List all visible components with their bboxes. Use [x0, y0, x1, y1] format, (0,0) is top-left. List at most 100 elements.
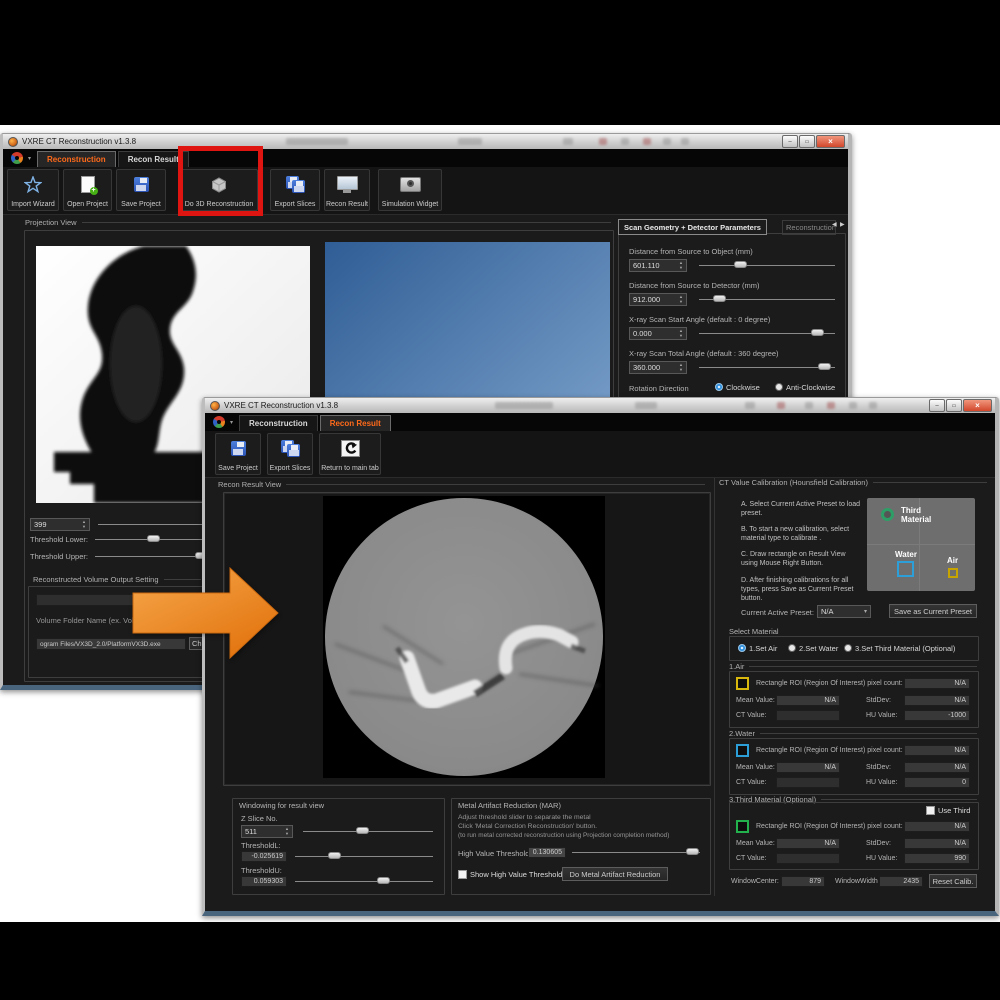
- projection-slice-spinbox[interactable]: 399: [30, 518, 90, 531]
- panel-tab-scroll-left-icon[interactable]: ◀: [832, 221, 837, 228]
- hu-value-label: HU Value:: [866, 855, 897, 862]
- window-width-field[interactable]: 2435: [879, 876, 923, 887]
- redacted-icon: [663, 138, 671, 145]
- high-value-threshold-slider[interactable]: [572, 847, 700, 857]
- app-icon: [210, 401, 220, 411]
- tab-recon-result[interactable]: Recon Result: [320, 415, 391, 431]
- toolbar-label: Import Wizard: [11, 201, 55, 208]
- panel-tab-scroll-right-icon[interactable]: ▶: [840, 221, 845, 228]
- z-slice-slider[interactable]: [303, 826, 433, 836]
- tab-reconstruction[interactable]: Reconstruction: [239, 415, 318, 431]
- threshold-l-label: ThresholdL:: [241, 841, 281, 850]
- water-group-title: 2.Water: [729, 729, 977, 738]
- export-slices-button[interactable]: Export Slices: [267, 433, 313, 475]
- save-floppy-icon: [231, 434, 246, 463]
- calibration-legend-image: Third Material Water Air: [867, 498, 975, 591]
- red-highlight-box: [178, 146, 263, 216]
- import-wizard-button[interactable]: Import Wizard: [7, 169, 59, 211]
- threshold-upper-slider[interactable]: [95, 551, 203, 561]
- windowing-groupbox: Windowing for result view Z Slice No. 51…: [232, 798, 445, 895]
- save-preset-button[interactable]: Save as Current Preset: [889, 604, 977, 618]
- air-mean-field: N/A: [776, 695, 840, 706]
- window-center-label: WindowCenter:: [731, 878, 779, 885]
- redacted-icon: [827, 402, 835, 409]
- chevron-down-icon[interactable]: ▾: [230, 419, 233, 426]
- redacted-icon: [777, 402, 785, 409]
- redacted-icon: [849, 402, 857, 409]
- rotation-anticlockwise-radio[interactable]: Anti-Clockwise: [775, 383, 835, 392]
- simulation-widget-button[interactable]: Simulation Widget: [378, 169, 442, 211]
- maximize-button[interactable]: [799, 135, 815, 148]
- water-ct-field[interactable]: [776, 777, 840, 788]
- show-hvt-checkbox[interactable]: Show High Value Threshold: [458, 870, 562, 879]
- set-air-radio[interactable]: 1.Set Air: [738, 644, 777, 653]
- reset-calibration-button[interactable]: Reset Calib.: [929, 874, 977, 888]
- minimize-button[interactable]: [782, 135, 798, 148]
- mean-value-label: Mean Value:: [736, 764, 775, 771]
- source-object-distance-spinbox[interactable]: 601.110: [629, 259, 687, 272]
- camera-icon: [400, 170, 421, 199]
- checkbox-icon: [458, 870, 467, 879]
- set-water-radio[interactable]: 2.Set Water: [788, 644, 838, 653]
- scan-total-angle-slider[interactable]: [699, 362, 835, 372]
- redacted-text: [635, 402, 657, 409]
- do-mar-button[interactable]: Do Metal Artifact Reduction: [562, 867, 668, 881]
- hu-value-label: HU Value:: [866, 712, 897, 719]
- calibration-title: CT Value Calibration (Hounsfield Calibra…: [719, 478, 987, 487]
- close-button[interactable]: [963, 399, 992, 412]
- roi-count-label: Rectangle ROI (Region Of Interest) pixel…: [756, 747, 903, 754]
- windowing-title: Windowing for result view: [239, 801, 324, 810]
- mar-title: Metal Artifact Reduction (MAR): [458, 801, 561, 810]
- return-to-main-tab-button[interactable]: Return to main tab: [319, 433, 381, 475]
- z-slice-spinbox[interactable]: 511: [241, 825, 293, 838]
- back-titlebar[interactable]: VXRE CT Reconstruction v1.3.8: [3, 134, 848, 149]
- third-ct-field[interactable]: [776, 853, 840, 864]
- redacted-icon: [621, 138, 629, 145]
- source-detector-distance-slider[interactable]: [699, 294, 835, 304]
- threshold-u-field[interactable]: 0.059303: [241, 876, 287, 887]
- source-object-distance-slider[interactable]: [699, 260, 835, 270]
- save-floppy-icon: [134, 170, 149, 199]
- air-ct-field[interactable]: [776, 710, 840, 721]
- save-project-button[interactable]: Save Project: [116, 169, 166, 211]
- panel-tab-scan-geometry[interactable]: Scan Geometry + Detector Parameters: [618, 219, 767, 235]
- ct-slice-image[interactable]: [323, 496, 605, 778]
- maximize-button[interactable]: [946, 399, 962, 412]
- scan-start-angle-spinbox[interactable]: 0.000: [629, 327, 687, 340]
- save-project-button[interactable]: Save Project: [215, 433, 261, 475]
- redacted-text: [563, 138, 573, 145]
- tab-reconstruction[interactable]: Reconstruction: [37, 151, 116, 167]
- source-detector-distance-spinbox[interactable]: 912.000: [629, 293, 687, 306]
- recon-result-button[interactable]: Recon Result: [324, 169, 370, 211]
- current-preset-dropdown[interactable]: N/A: [817, 605, 871, 618]
- window-center-field[interactable]: 879: [781, 876, 825, 887]
- third-mean-field: N/A: [776, 838, 840, 849]
- export-slices-button[interactable]: Export Slices: [270, 169, 320, 211]
- mar-instruction-2: Click 'Metal Correction Reconstruction' …: [458, 823, 597, 830]
- close-button[interactable]: [816, 135, 845, 148]
- high-value-threshold-field[interactable]: 0.130605: [528, 847, 566, 858]
- threshold-lower-slider[interactable]: [95, 534, 203, 544]
- minimize-button[interactable]: [929, 399, 945, 412]
- top-black-strip: [0, 0, 1000, 125]
- threshold-l-slider[interactable]: [295, 851, 433, 861]
- rotation-clockwise-radio[interactable]: Clockwise: [715, 383, 760, 392]
- stddev-label: StdDev:: [866, 697, 891, 704]
- air-group-title: 1.Air: [729, 662, 977, 671]
- threshold-u-slider[interactable]: [295, 876, 433, 886]
- back-window-title: VXRE CT Reconstruction v1.3.8: [22, 137, 136, 146]
- toolbar-label: Export Slices: [275, 201, 316, 208]
- scan-total-angle-spinbox[interactable]: 360.000: [629, 361, 687, 374]
- stddev-label: StdDev:: [866, 764, 891, 771]
- chevron-down-icon[interactable]: ▾: [28, 155, 31, 162]
- front-titlebar[interactable]: VXRE CT Reconstruction v1.3.8: [205, 398, 995, 413]
- scan-start-angle-slider[interactable]: [699, 328, 835, 338]
- roi-count-label: Rectangle ROI (Region Of Interest) pixel…: [756, 680, 903, 687]
- legend-water-label: Water: [895, 550, 917, 559]
- mar-instruction-3: (to run metal corrected reconstruction u…: [458, 832, 669, 839]
- projection-slice-slider[interactable]: [98, 519, 203, 529]
- set-third-material-radio[interactable]: 3.Set Third Material (Optional): [844, 644, 955, 653]
- open-project-button[interactable]: Open Project: [63, 169, 112, 211]
- threshold-l-field[interactable]: -0.025619: [241, 851, 287, 862]
- use-third-checkbox[interactable]: Use Third: [926, 806, 970, 815]
